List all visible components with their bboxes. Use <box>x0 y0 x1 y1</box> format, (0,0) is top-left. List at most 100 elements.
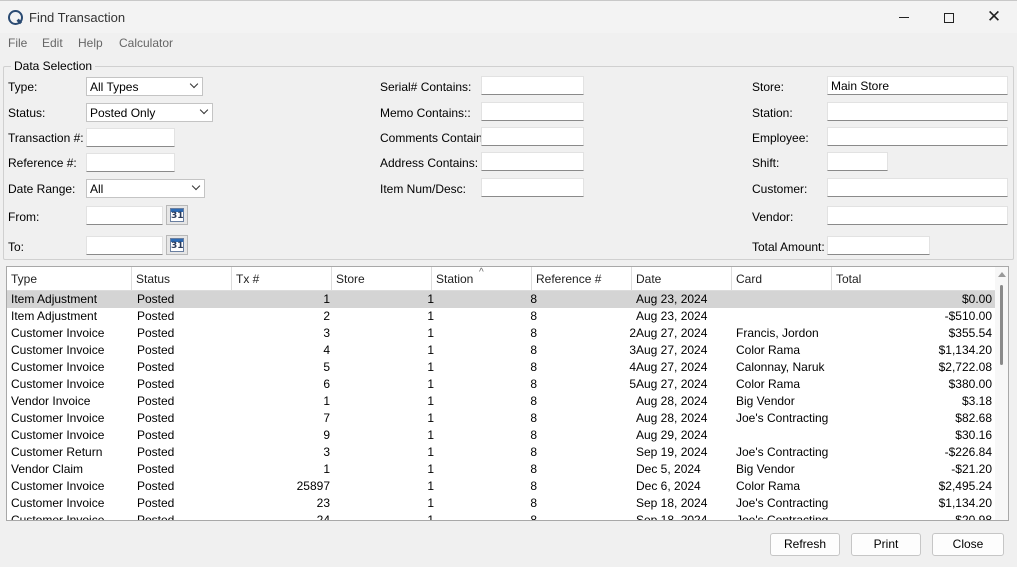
column-header-total[interactable]: Total <box>832 267 995 291</box>
cell-reference <box>532 427 636 444</box>
vertical-scrollbar[interactable] <box>995 267 1008 520</box>
column-header-card[interactable]: Card <box>732 267 832 291</box>
cell-store: 1 <box>427 411 434 425</box>
serial-field[interactable] <box>481 76 584 95</box>
column-header-reference[interactable]: Reference # <box>532 267 632 291</box>
shift-field[interactable] <box>827 152 888 171</box>
reference-no-field[interactable] <box>86 153 175 172</box>
table-row[interactable]: Vendor Invoice Posted 1 1 8 Aug 28, 2024 Big V… <box>7 393 995 410</box>
cell-card: Big Vendor <box>736 462 795 476</box>
comments-field[interactable] <box>481 127 584 146</box>
cell-status: Posted <box>137 462 175 476</box>
title-bar: Find Transaction ✕ <box>0 0 1017 33</box>
column-header-tx[interactable]: Tx # <box>232 267 332 291</box>
address-field[interactable] <box>481 152 584 171</box>
menu-help[interactable]: Help <box>78 36 103 50</box>
close-window-button[interactable]: ✕ <box>971 1 1017 34</box>
cell-status: Posted <box>137 309 175 323</box>
table-row[interactable]: Customer Invoice Posted 6 1 8 5 Aug 27, 2024 Co… <box>7 376 995 393</box>
address-label: Address Contains: <box>380 156 479 170</box>
cell-total: $1,134.20 <box>938 343 992 357</box>
cell-type: Item Adjustment <box>11 292 98 306</box>
menu-file[interactable]: File <box>8 36 27 50</box>
table-row[interactable]: Item Adjustment Posted 2 1 8 Aug 23, 2024 -$51… <box>7 308 995 325</box>
status-select[interactable]: Posted Only <box>86 103 213 122</box>
cell-card: Francis, Jordon <box>736 326 819 340</box>
cell-date: Dec 5, 2024 <box>636 462 701 476</box>
table-row[interactable]: Customer Invoice Posted 9 1 8 Aug 29, 2024 $30… <box>7 427 995 444</box>
cell-store: 1 <box>427 292 434 306</box>
table-row[interactable]: Customer Invoice Posted 23 1 8 Sep 18, 2024 Jo… <box>7 495 995 512</box>
column-header-date[interactable]: Date <box>632 267 732 291</box>
cell-tx: 7 <box>323 411 330 425</box>
cell-station: 8 <box>530 428 537 442</box>
customer-label: Customer: <box>752 182 808 196</box>
to-date-field[interactable] <box>86 236 163 255</box>
minimize-icon <box>899 17 909 18</box>
table-row[interactable]: Customer Invoice Posted 25897 1 8 Dec 6, 2024… <box>7 478 995 495</box>
cell-type: Customer Return <box>11 445 103 459</box>
cell-store: 1 <box>427 496 434 510</box>
cell-store: 1 <box>427 479 434 493</box>
cell-status: Posted <box>137 326 175 340</box>
close-button[interactable]: Close <box>932 533 1004 556</box>
menu-calculator[interactable]: Calculator <box>119 36 173 50</box>
table-row[interactable]: Customer Invoice Posted 3 1 8 2 Aug 27, 2024 Fr… <box>7 325 995 342</box>
from-calendar-button[interactable]: 31 <box>166 205 188 225</box>
table-row[interactable]: Vendor Claim Posted 1 1 8 Dec 5, 2024 Big Vend… <box>7 461 995 478</box>
cell-card: Calonnay, Naruk <box>736 360 825 374</box>
vendor-field[interactable] <box>827 206 1008 225</box>
cell-total: $82.68 <box>955 411 992 425</box>
memo-field[interactable] <box>481 102 584 121</box>
item-field[interactable] <box>481 178 584 197</box>
type-select[interactable]: All Types <box>86 77 203 96</box>
maximize-icon <box>944 12 954 23</box>
cell-store: 1 <box>427 462 434 476</box>
date-range-select[interactable]: All <box>86 179 205 198</box>
customer-field[interactable] <box>827 178 1008 197</box>
column-header-status[interactable]: Status <box>132 267 232 291</box>
to-calendar-button[interactable]: 31 <box>166 235 188 255</box>
cell-status: Posted <box>137 411 175 425</box>
date-range-select-value: All <box>90 182 104 196</box>
scroll-up-icon[interactable] <box>998 272 1006 277</box>
print-button[interactable]: Print <box>851 533 921 556</box>
column-header-store[interactable]: Store <box>332 267 432 291</box>
table-row[interactable]: Customer Invoice Posted 5 1 8 4 Aug 27, 2024 Ca… <box>7 359 995 376</box>
cell-station: 8 <box>530 411 537 425</box>
table-row[interactable]: Customer Invoice Posted 4 1 8 3 Aug 27, 2024 Co… <box>7 342 995 359</box>
cell-total: $20.98 <box>955 513 992 521</box>
cell-store: 1 <box>427 360 434 374</box>
date-range-label: Date Range: <box>8 182 76 196</box>
cell-store: 1 <box>427 513 434 521</box>
cell-total: $1,134.20 <box>938 496 992 510</box>
scrollbar-thumb[interactable] <box>1000 285 1003 365</box>
cell-store: 1 <box>427 394 434 408</box>
cell-status: Posted <box>137 445 175 459</box>
cell-reference <box>532 512 636 520</box>
table-row[interactable]: Customer Invoice Posted 7 1 8 Aug 28, 2024 Joe… <box>7 410 995 427</box>
cell-tx: 1 <box>323 394 330 408</box>
employee-field[interactable] <box>827 127 1008 146</box>
minimize-button[interactable] <box>881 1 927 34</box>
from-date-field[interactable] <box>86 206 163 225</box>
menu-edit[interactable]: Edit <box>42 36 63 50</box>
cell-type: Customer Invoice <box>11 326 105 340</box>
station-label: Station: <box>752 106 793 120</box>
maximize-button[interactable] <box>926 1 972 34</box>
cell-reference <box>532 461 636 478</box>
table-row[interactable]: Item Adjustment Posted 1 1 8 Aug 23, 2024 $0.0… <box>7 291 995 308</box>
total-amount-field[interactable] <box>827 236 930 255</box>
refresh-button[interactable]: Refresh <box>770 533 840 556</box>
table-row[interactable]: Customer Invoice Posted 24 1 8 Sep 18, 2024 Jo… <box>7 512 995 521</box>
cell-status: Posted <box>137 377 175 391</box>
transaction-no-field[interactable] <box>86 128 175 147</box>
table-row[interactable]: Customer Return Posted 3 1 8 Sep 19, 2024 Joe'… <box>7 444 995 461</box>
column-header-type[interactable]: Type <box>7 267 132 291</box>
cell-total: $30.16 <box>955 428 992 442</box>
cell-date: Aug 27, 2024 <box>636 360 708 374</box>
station-field[interactable] <box>827 102 1008 121</box>
cell-tx: 3 <box>323 326 330 340</box>
store-field[interactable]: Main Store <box>827 76 1008 95</box>
calendar-icon-number: 31 <box>171 241 184 251</box>
